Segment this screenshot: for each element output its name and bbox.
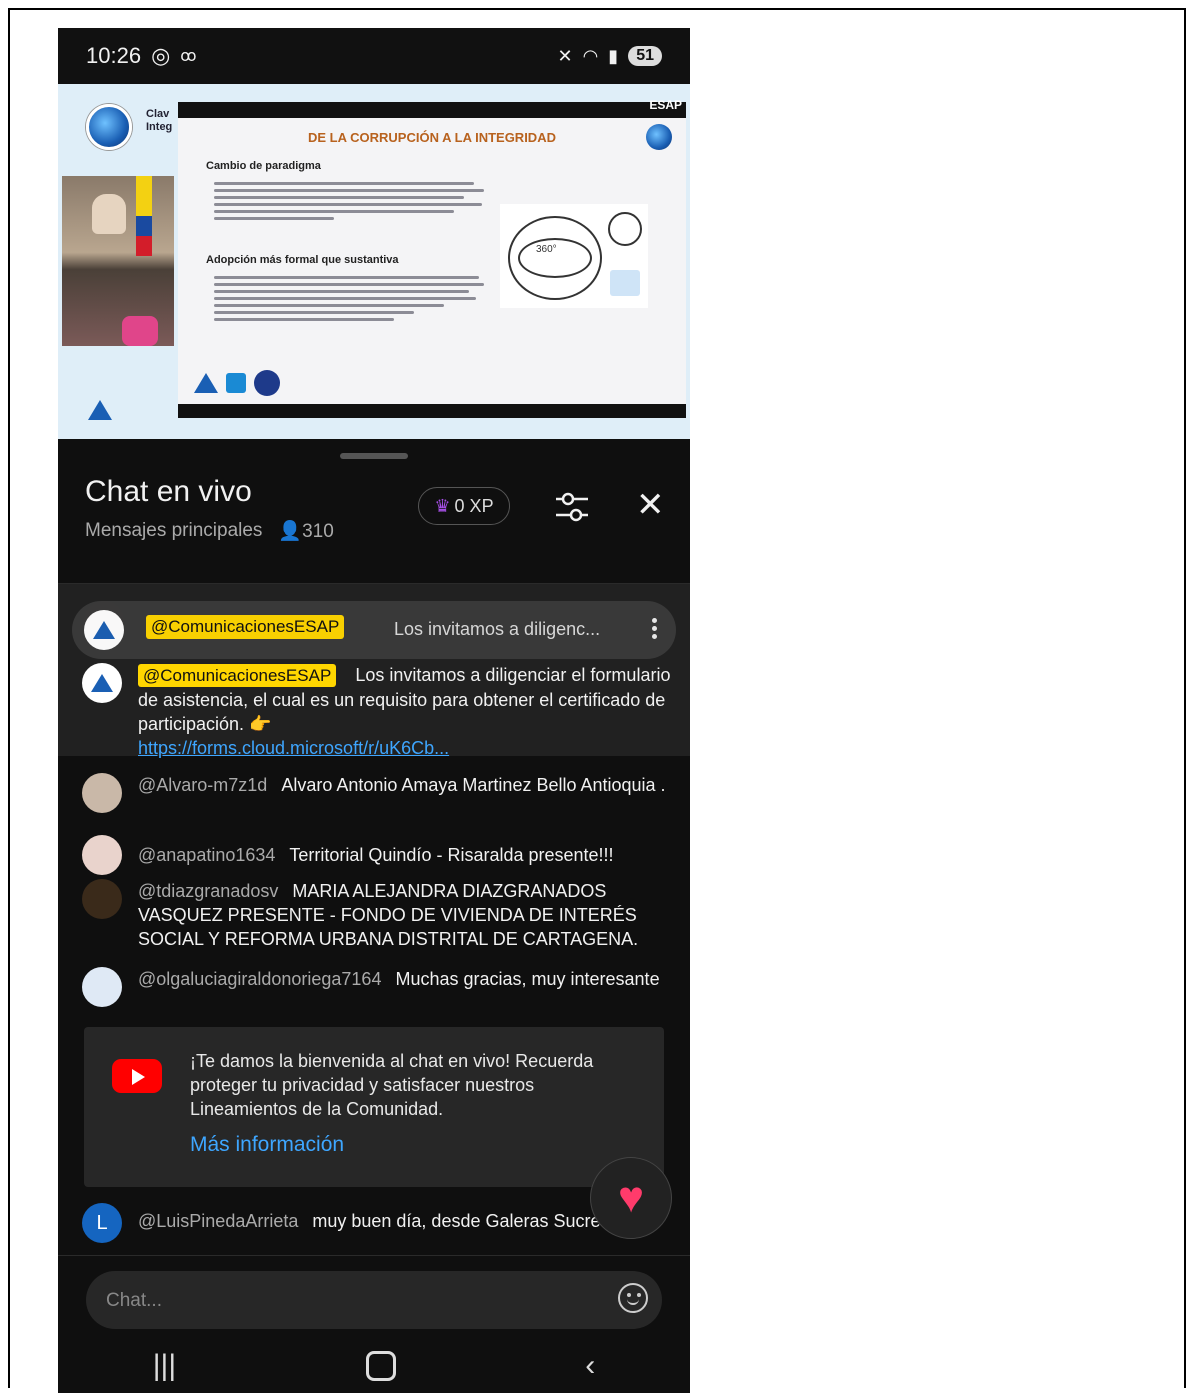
video-footer-logo [88, 400, 112, 420]
recent-apps-icon[interactable]: ||| [153, 1349, 176, 1383]
mute-icon: ✕ [557, 45, 573, 66]
heart-reaction-button[interactable]: ♥ [590, 1157, 672, 1239]
author-name: @anapatino1634 [138, 845, 276, 865]
pinned-message-banner[interactable]: @ComunicacionesESAP Los invitamos a dili… [72, 601, 676, 659]
filter-settings-icon[interactable] [554, 489, 590, 525]
live-chat-panel: Chat en vivo Mensajes principales 👤310 ♛… [58, 439, 690, 1393]
person-icon: 👤 [278, 521, 303, 542]
globe-icon [646, 124, 672, 150]
globe-logo [86, 104, 132, 150]
crown-icon: ♛ [434, 495, 451, 516]
wifi-icon: ◠ [582, 45, 599, 66]
drag-handle[interactable] [340, 453, 408, 459]
close-icon[interactable]: ✕ [636, 487, 665, 523]
chat-message[interactable]: @Alvaro-m7z1d Alvaro Antonio Amaya Martin… [82, 773, 672, 823]
author-name: @Alvaro-m7z1d [138, 775, 268, 795]
message-text: muy buen día, desde Galeras Sucre [312, 1211, 601, 1231]
chat-message[interactable]: @tdiazgranadosv MARIA ALEJANDRA DIAZGRANA… [82, 879, 672, 953]
avatar [82, 663, 122, 703]
author-mention: @ComunicacionesESAP [146, 615, 345, 639]
welcome-notice: ¡Te damos la bienvenida al chat en vivo!… [84, 1027, 664, 1187]
event-logo-text: Clav Integ [146, 108, 173, 133]
author-mention: @ComunicacionesESAP [138, 664, 337, 687]
chat-mode-selector[interactable]: Mensajes principales 👤310 [85, 519, 334, 543]
battery-indicator: 51 [628, 46, 662, 66]
signal-icon: ▮ [608, 45, 619, 66]
youtube-icon [112, 1059, 162, 1093]
more-options-icon[interactable] [652, 615, 658, 642]
author-name: @tdiazgranadosv [138, 881, 279, 901]
android-nav-bar: ||| ‹ [58, 1339, 690, 1393]
stage-brand: ESAP [649, 98, 682, 112]
author-name: @LuisPinedaArrieta [138, 1211, 299, 1231]
avatar [84, 610, 124, 650]
speaker-camera-feed [62, 176, 174, 346]
message-text: Alvaro Antonio Amaya Martinez Bello Anti… [281, 775, 666, 795]
video-player[interactable]: Clav Integ DE LA CORRUPCIÓN A LA INTEGRID… [58, 84, 690, 439]
heart-icon: ♥ [617, 1173, 645, 1222]
slide-text-2 [214, 272, 484, 325]
avatar [82, 967, 122, 1007]
message-text: Territorial Quindío - Risaralda presente… [289, 845, 614, 865]
cycle-diagram: 360° [500, 204, 648, 308]
chat-title: Chat en vivo [85, 475, 252, 508]
input-divider [58, 1255, 690, 1256]
chat-input[interactable] [104, 1283, 588, 1319]
slide-heading-2: Adopción más formal que sustantiva [206, 254, 399, 266]
viewer-count: 👤310 [278, 521, 334, 542]
pinned-preview: Los invitamos a diligenc... [394, 619, 601, 639]
avatar [82, 835, 122, 875]
presentation-slide: DE LA CORRUPCIÓN A LA INTEGRIDAD Cambio … [178, 102, 686, 418]
lock-icon [610, 270, 640, 296]
avatar [82, 879, 122, 919]
slide-heading-1: Cambio de paradigma [206, 160, 321, 172]
clock: 10:26 [86, 43, 142, 68]
slide-footer-logos [194, 370, 280, 396]
avatar [82, 773, 122, 813]
phone-screen: 10:26 ◎ ꝏ ✕ ◠ ▮ 51 Clav Integ DE LA CORRU… [58, 28, 690, 1393]
chat-message[interactable]: @anapatino1634 Territorial Quindío - Risa… [82, 835, 672, 875]
home-icon[interactable] [365, 1351, 396, 1381]
author-name: @olgaluciagiraldonoriega7164 [138, 969, 382, 989]
chat-message[interactable]: @ComunicacionesESAP Los invitamos a dili… [82, 663, 672, 758]
whatsapp-icon: ◎ [151, 43, 171, 68]
chat-input-box[interactable] [86, 1271, 662, 1329]
slide-title: DE LA CORRUPCIÓN A LA INTEGRIDAD [308, 130, 556, 145]
message-text: Muchas gracias, muy interesante [395, 969, 660, 989]
emoji-icon[interactable] [618, 1283, 648, 1313]
back-icon[interactable]: ‹ [585, 1349, 595, 1383]
welcome-text: ¡Te damos la bienvenida al chat en vivo!… [190, 1051, 594, 1119]
status-bar: 10:26 ◎ ꝏ ✕ ◠ ▮ 51 [58, 28, 690, 84]
voicemail-icon: ꝏ [180, 48, 197, 65]
chat-mode-label: Mensajes principales [85, 520, 263, 541]
form-link[interactable]: https://forms.cloud.microsoft/r/uK6Cb... [138, 738, 449, 758]
xp-badge[interactable]: ♛ 0 XP [418, 487, 510, 525]
more-info-link[interactable]: Más información [190, 1133, 344, 1157]
chat-message[interactable]: @olgaluciagiraldonoriega7164 Muchas graci… [82, 967, 672, 1017]
slide-text-1 [214, 178, 484, 224]
avatar: L [82, 1203, 122, 1243]
